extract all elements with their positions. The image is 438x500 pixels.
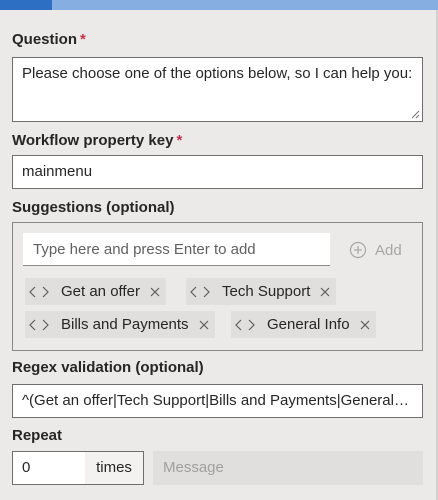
active-tab-indicator[interactable] [0, 0, 52, 10]
suggestions-container: Type here and press Enter to add Add Get… [12, 222, 423, 351]
move-left-icon[interactable] [29, 319, 36, 331]
move-right-icon[interactable] [42, 319, 49, 331]
repeat-count-input[interactable]: 0 [13, 452, 85, 484]
suggestion-chip-label: Bills and Payments [61, 316, 189, 333]
close-icon [199, 320, 208, 329]
question-text: Please choose one of the options below, … [22, 65, 413, 82]
repeat-message-input[interactable]: Message [153, 451, 423, 485]
suggestion-chip: General Info [231, 311, 376, 338]
suggestion-chip: Bills and Payments [25, 311, 215, 338]
remove-chip-button[interactable] [360, 320, 370, 330]
move-left-icon[interactable] [190, 286, 197, 298]
add-suggestion-button[interactable]: Add [349, 238, 402, 262]
repeat-times-suffix: times [96, 459, 132, 476]
remove-chip-button[interactable] [199, 320, 209, 330]
move-left-icon[interactable] [235, 319, 242, 331]
suggestion-chip-label: Get an offer [61, 283, 140, 300]
question-label-text: Question [12, 31, 78, 48]
remove-chip-button[interactable] [320, 287, 330, 297]
property-key-label-text: Workflow property key [12, 132, 174, 149]
move-right-icon[interactable] [203, 286, 210, 298]
resize-grip-icon[interactable] [411, 110, 420, 119]
question-label: Question * [12, 31, 86, 48]
suggestion-chip-label: General Info [267, 316, 350, 333]
property-key-input[interactable]: mainmenu [12, 155, 423, 189]
remove-chip-button[interactable] [150, 287, 160, 297]
required-mark: * [176, 132, 183, 149]
required-mark: * [80, 31, 86, 48]
close-icon [150, 287, 160, 296]
regex-label: Regex validation (optional) [12, 359, 204, 376]
add-label: Add [375, 241, 402, 259]
move-left-icon[interactable] [29, 286, 36, 298]
suggestion-chip: Tech Support [186, 278, 337, 305]
question-textarea[interactable]: Please choose one of the options below, … [12, 57, 423, 122]
suggestion-chip-label: Tech Support [222, 283, 311, 300]
move-right-icon[interactable] [42, 286, 49, 298]
suggestions-label: Suggestions (optional) [12, 199, 175, 216]
suggestion-chip: Get an offer [25, 278, 166, 305]
repeat-label: Repeat [12, 427, 63, 444]
close-icon [360, 320, 369, 329]
suggestion-input[interactable]: Type here and press Enter to add [23, 233, 330, 266]
repeat-count-field: 0 times [12, 451, 144, 485]
plus-circle-icon [349, 241, 367, 259]
regex-input[interactable]: ^(Get an offer|Tech Support|Bills and Pa… [12, 384, 423, 418]
move-right-icon[interactable] [248, 319, 255, 331]
close-icon [320, 287, 330, 296]
top-tab-bar [0, 0, 438, 10]
property-key-label: Workflow property key * [12, 132, 182, 149]
